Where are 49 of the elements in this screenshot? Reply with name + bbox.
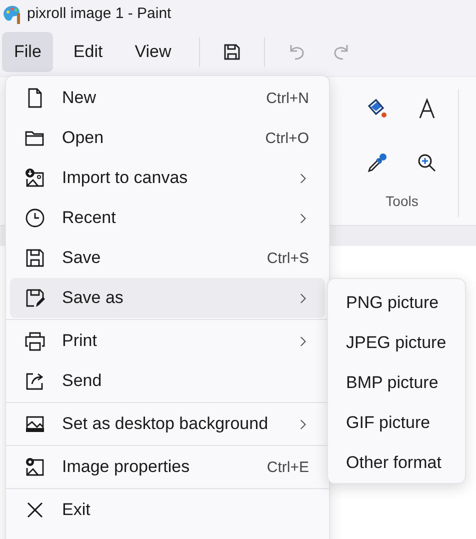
image-icon [24, 167, 46, 189]
menu-item-label: Send [62, 371, 103, 391]
menu-item-label: Exit [62, 500, 92, 520]
menu-item[interactable]: Save as [10, 278, 325, 318]
save-icon[interactable] [222, 42, 242, 62]
chevron-right-icon [300, 292, 307, 304]
menu-item-label: Save [62, 248, 102, 268]
color-picker-icon[interactable] [365, 151, 389, 175]
printer-icon [24, 330, 46, 352]
menu-tab[interactable]: View [122, 32, 184, 72]
shortcut-label: Ctrl+N [266, 90, 309, 106]
menu-item[interactable]: Import to canvas [10, 158, 325, 198]
menu-item[interactable]: Open Ctrl+O [10, 118, 325, 158]
menu-item[interactable]: Set as desktop background [10, 404, 325, 444]
menu-item[interactable]: Send [10, 361, 325, 401]
chevron-right-icon [300, 336, 307, 346]
menu-item-label: Save as [62, 288, 124, 308]
shortcut-label: Ctrl+E [266, 458, 309, 476]
window-title: pixroll image 1 - Paint [27, 5, 172, 22]
submenu-item[interactable]: JPEG picture [328, 323, 465, 363]
submenu-item[interactable]: PNG picture [328, 283, 465, 323]
menu-item[interactable]: Print [10, 321, 325, 361]
menu-item-label: Print [62, 331, 98, 351]
menu-item-label: Set as desktop background [62, 414, 270, 434]
chevron-right-icon [300, 172, 307, 184]
menu-item[interactable]: Recent [10, 198, 325, 238]
menu-item-label: Image properties [62, 457, 191, 477]
menu-item[interactable]: Save Ctrl+S [10, 238, 325, 278]
save-edit-icon [24, 287, 46, 309]
menu-item-label: Recent [62, 208, 117, 228]
image-settings-icon [24, 456, 46, 478]
menu-item-label: New [62, 88, 98, 108]
menu-tab[interactable]: File [2, 32, 54, 72]
submenu-item[interactable]: Other format [328, 443, 465, 483]
submenu-item[interactable]: GIF picture [328, 403, 465, 443]
chevron-right-icon [300, 212, 307, 224]
submenu-item[interactable]: BMP picture [328, 363, 465, 403]
group-label: Tools [386, 193, 418, 209]
menu-item[interactable]: Exit [10, 490, 325, 530]
save-icon [24, 247, 46, 269]
chevron-right-icon [300, 418, 307, 430]
menu-item-label: Open [62, 128, 105, 148]
shortcut-label: Ctrl+O [265, 130, 309, 146]
menu-tab[interactable]: Edit [61, 32, 115, 72]
shortcut-label: Ctrl+S [266, 250, 309, 266]
menu-item[interactable]: Image properties Ctrl+E [10, 447, 325, 487]
clock-icon [24, 207, 46, 229]
menu-item[interactable]: New Ctrl+N [10, 78, 325, 118]
menu-item-label: Import to canvas [62, 168, 189, 188]
